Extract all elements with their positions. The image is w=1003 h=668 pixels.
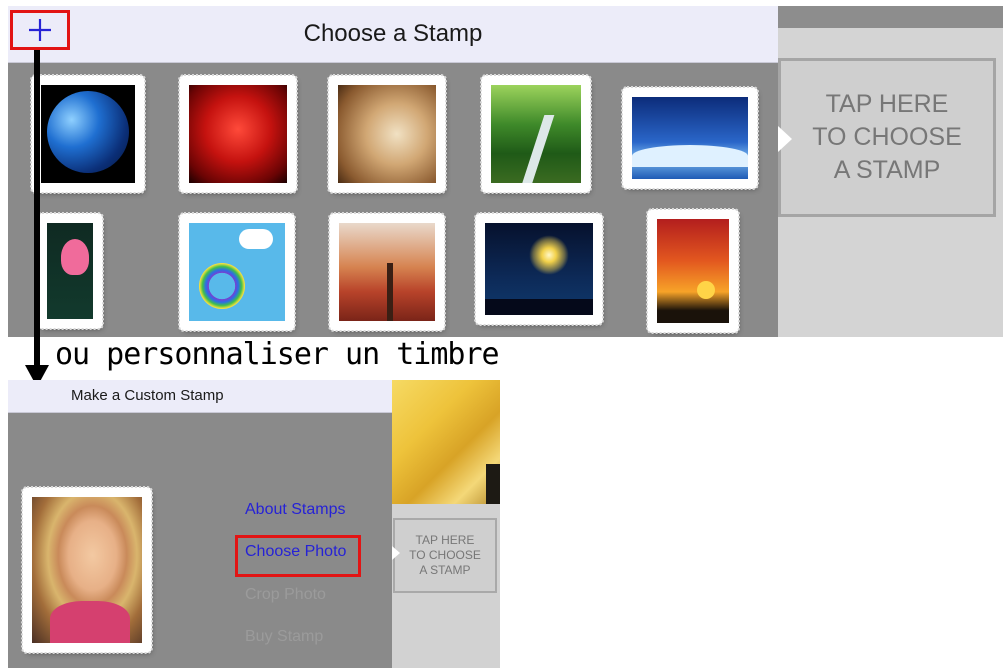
- plus-icon: [29, 19, 51, 41]
- shell-stamp-image: [338, 85, 436, 183]
- night-sky-stamp-image: [632, 97, 748, 179]
- choose-stamp-panel: Choose a Stamp: [8, 6, 778, 337]
- rainbows-stamp-image: [189, 223, 285, 321]
- add-stamp-button[interactable]: [10, 10, 70, 50]
- about-stamps-link[interactable]: About Stamps: [245, 501, 346, 519]
- crop-photo-link: Crop Photo: [245, 586, 326, 603]
- preview-top-bar: [778, 6, 1003, 28]
- custom-stamp-panel: Make a Custom Stamp: [8, 380, 392, 668]
- buy-stamp-link: Buy Stamp: [245, 628, 324, 645]
- earth-stamp-image: [41, 85, 135, 183]
- stamp-rose[interactable]: [178, 74, 298, 194]
- tap-box-pointer: [778, 126, 792, 152]
- stamp-forest[interactable]: [480, 74, 592, 194]
- stamp-night-sky[interactable]: [621, 86, 759, 190]
- sunset-stamp-image: [657, 219, 729, 323]
- stamp-shell[interactable]: [327, 74, 447, 194]
- stamp-autumn-tree[interactable]: [328, 212, 446, 332]
- fireworks-stamp-image: [485, 223, 593, 315]
- forest-stamp-image: [491, 85, 581, 183]
- stamp-rainbows[interactable]: [178, 212, 296, 332]
- child-photo-image: [32, 497, 142, 643]
- caption: ou personnaliser un timbre: [55, 337, 500, 372]
- tulips-stamp-image: [47, 223, 93, 319]
- connector-line: [34, 50, 40, 368]
- choose-photo-link[interactable]: Choose Photo: [245, 543, 346, 561]
- tap-to-choose-stamp[interactable]: TAP HERE TO CHOOSE A STAMP: [778, 58, 996, 217]
- rose-stamp-image: [189, 85, 287, 183]
- custom-stamp-header: Make a Custom Stamp: [8, 380, 392, 413]
- custom-photo-stamp[interactable]: [21, 486, 153, 654]
- stamp-sunset[interactable]: [646, 208, 740, 334]
- small-tap-box-pointer: [392, 546, 400, 560]
- stamp-earth[interactable]: [30, 74, 146, 194]
- custom-stamp-title: Make a Custom Stamp: [71, 387, 224, 404]
- autumn-tree-stamp-image: [339, 223, 435, 321]
- stamp-tulips[interactable]: [36, 212, 104, 330]
- photo-preview-image: [392, 380, 500, 504]
- small-tap-to-choose-stamp[interactable]: TAP HERE TO CHOOSE A STAMP: [393, 518, 497, 593]
- page-title: Choose a Stamp: [303, 20, 483, 47]
- stamp-fireworks[interactable]: [474, 212, 604, 326]
- choose-stamp-header: Choose a Stamp: [8, 6, 778, 63]
